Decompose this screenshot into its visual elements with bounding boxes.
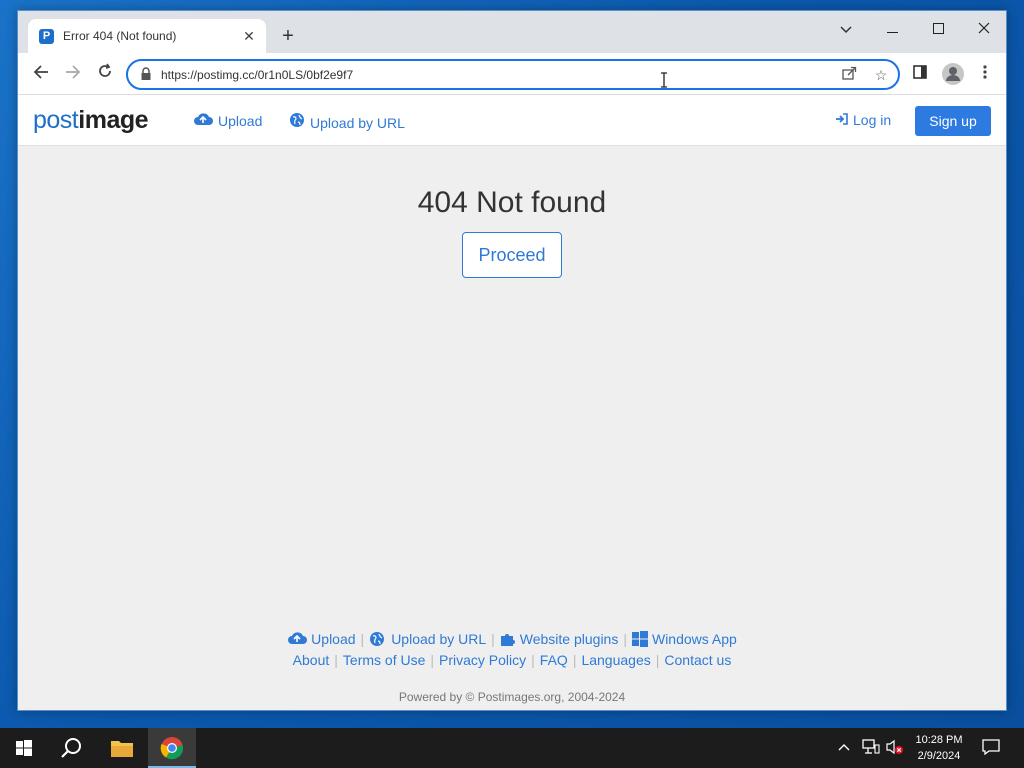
close-tab-icon[interactable]: ✕ xyxy=(240,27,258,45)
postimage-favicon-icon: P xyxy=(39,29,54,44)
separator: | xyxy=(623,631,627,647)
footer-privacy-link[interactable]: Privacy Policy xyxy=(439,652,526,668)
footer-faq-link[interactable]: FAQ xyxy=(540,652,568,668)
nav-upload-label: Upload xyxy=(218,113,263,129)
tab-strip: P Error 404 (Not found) ✕ + xyxy=(18,11,1006,53)
side-panel-icon[interactable] xyxy=(908,62,932,86)
separator: | xyxy=(655,652,660,668)
chevron-up-icon[interactable] xyxy=(838,739,850,754)
separator: | xyxy=(491,631,495,647)
footer-upload-link[interactable]: Upload xyxy=(287,631,356,647)
browser-tab[interactable]: P Error 404 (Not found) ✕ xyxy=(28,19,266,53)
file-explorer-icon[interactable] xyxy=(98,728,146,768)
browser-toolbar: https://postimg.cc/0r1n0LS/0bf2e9f7 ☆ xyxy=(18,53,1006,95)
page-title: 404 Not found xyxy=(417,186,607,219)
footer-windows-app-label: Windows App xyxy=(651,631,737,647)
nav-upload-url-label: Upload by URL xyxy=(310,115,405,131)
footer-contact-link[interactable]: Contact us xyxy=(664,652,731,668)
minimize-icon[interactable] xyxy=(869,15,915,43)
footer-links-row-2: About | Terms of Use | Privacy Policy | FAQ | La… xyxy=(18,652,1006,668)
cloud-upload-icon xyxy=(193,112,213,129)
postimage-logo[interactable]: postimage xyxy=(33,106,149,135)
bookmark-star-icon[interactable]: ☆ xyxy=(872,66,890,84)
close-window-icon[interactable] xyxy=(961,15,1006,43)
windows-start-icon[interactable] xyxy=(0,728,48,768)
footer-terms-link[interactable]: Terms of Use xyxy=(343,652,425,668)
tab-title: Error 404 (Not found) xyxy=(63,29,177,43)
new-tab-icon[interactable]: + xyxy=(276,25,300,49)
maximize-icon[interactable] xyxy=(915,15,961,43)
clock-time: 10:28 PM xyxy=(915,734,963,746)
separator: | xyxy=(360,631,365,647)
powered-by-text: Powered by © Postimages.org, 2004-2024 xyxy=(398,690,626,704)
footer-upload-label: Upload xyxy=(311,631,356,647)
logo-text-post: post xyxy=(33,106,79,134)
chrome-taskbar-icon[interactable] xyxy=(148,728,196,768)
puzzle-icon xyxy=(500,631,520,647)
sign-in-icon xyxy=(835,112,848,128)
forward-arrow-icon[interactable] xyxy=(61,62,85,86)
site-header: postimage Upload Upload by URL Log in Si… xyxy=(18,96,1006,146)
windows-logo-icon xyxy=(631,631,652,647)
nav-upload-link[interactable]: Upload xyxy=(193,112,262,129)
footer-windows-app-link[interactable]: Windows App xyxy=(631,631,737,647)
globe-icon xyxy=(289,112,305,131)
nav-upload-url-link[interactable]: Upload by URL xyxy=(289,112,405,131)
browser-menu-icon[interactable] xyxy=(973,62,997,86)
clock-date: 2/9/2024 xyxy=(917,750,961,762)
address-bar[interactable]: https://postimg.cc/0r1n0LS/0bf2e9f7 ☆ xyxy=(126,59,900,90)
login-link[interactable]: Log in xyxy=(835,112,891,128)
footer-about-link[interactable]: About xyxy=(293,652,330,668)
back-arrow-icon[interactable] xyxy=(29,62,53,86)
logo-text-image: image xyxy=(78,106,149,134)
share-icon[interactable] xyxy=(840,66,858,84)
url-text[interactable]: https://postimg.cc/0r1n0LS/0bf2e9f7 xyxy=(161,68,353,82)
profile-avatar-icon[interactable] xyxy=(942,63,964,85)
separator: | xyxy=(430,652,435,668)
cloud-upload-icon xyxy=(287,631,311,647)
volume-muted-icon[interactable] xyxy=(886,739,904,758)
browser-window: P Error 404 (Not found) ✕ + https://post… xyxy=(17,10,1007,711)
proceed-button[interactable]: Proceed xyxy=(462,232,562,278)
system-clock[interactable]: 10:28 PM 2/9/2024 xyxy=(905,732,973,764)
footer-plugins-label: Website plugins xyxy=(519,631,619,647)
separator: | xyxy=(334,652,338,668)
tab-search-chevron-icon[interactable] xyxy=(823,15,869,43)
footer-upload-url-link[interactable]: Upload by URL xyxy=(369,631,486,647)
globe-icon xyxy=(369,631,391,647)
network-icon[interactable] xyxy=(862,739,880,758)
footer-plugins-link[interactable]: Website plugins xyxy=(500,631,619,647)
separator: | xyxy=(531,652,535,668)
footer-upload-url-label: Upload by URL xyxy=(391,631,487,647)
footer-links-row-1: Upload | Upload by URL | Website plugins | Win… xyxy=(18,631,1006,647)
text-cursor-icon xyxy=(660,72,668,93)
reload-icon[interactable] xyxy=(93,62,117,86)
search-icon[interactable] xyxy=(48,728,96,768)
login-label: Log in xyxy=(853,112,892,128)
web-page: postimage Upload Upload by URL Log in Si… xyxy=(18,96,1006,710)
lock-icon[interactable] xyxy=(140,67,154,83)
signup-button[interactable]: Sign up xyxy=(915,106,991,136)
footer-languages-link[interactable]: Languages xyxy=(581,652,650,668)
taskbar: 10:28 PM 2/9/2024 xyxy=(0,728,1024,768)
separator: | xyxy=(572,652,577,668)
notification-center-icon[interactable] xyxy=(982,739,1000,758)
